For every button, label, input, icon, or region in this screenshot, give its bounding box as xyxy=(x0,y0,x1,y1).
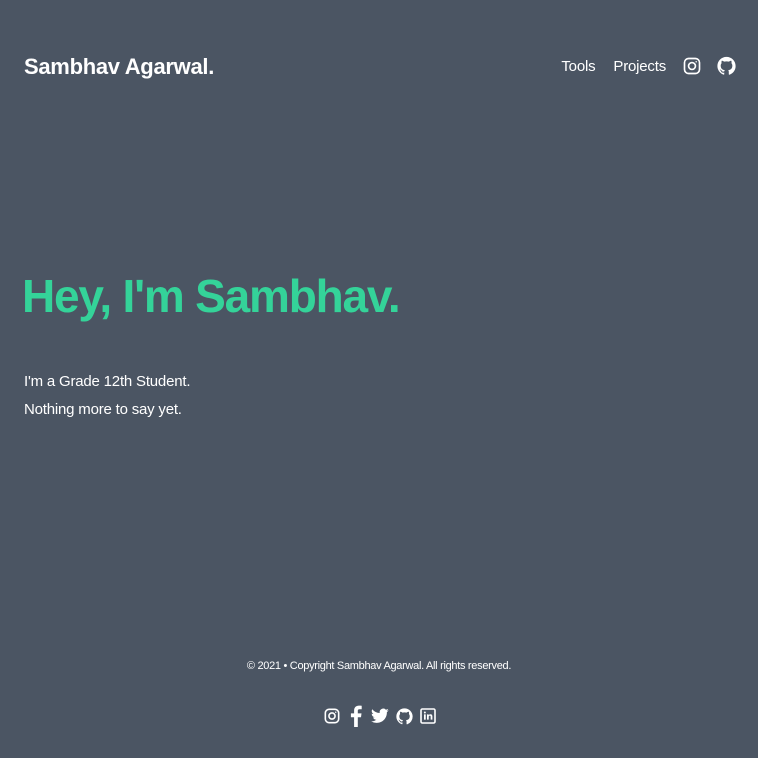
hero-section: Hey, I'm Sambhav. I'm a Grade 12th Stude… xyxy=(22,268,401,424)
nav-link-tools[interactable]: Tools xyxy=(561,58,595,75)
top-nav: Tools Projects xyxy=(561,50,736,82)
github-icon[interactable] xyxy=(716,54,736,78)
page: Sambhav Agarwal. Tools Projects Hey, I'm… xyxy=(0,0,758,758)
copyright-text: © 2021 • Copyright Sambhav Agarwal. All … xyxy=(246,660,512,672)
hero-line: Nothing more to say yet. xyxy=(24,401,182,418)
nav-link-projects[interactable]: Projects xyxy=(613,58,666,75)
hero-description: I'm a Grade 12th Student. Nothing more t… xyxy=(24,368,399,424)
site-brand[interactable]: Sambhav Agarwal. xyxy=(24,54,214,80)
site-footer: © 2021 • Copyright Sambhav Agarwal. All … xyxy=(0,656,758,728)
twitter-icon[interactable] xyxy=(371,704,389,728)
social-links xyxy=(0,704,758,728)
instagram-icon[interactable] xyxy=(323,704,341,728)
facebook-icon[interactable] xyxy=(347,704,365,728)
hero-line: I'm a Grade 12th Student. xyxy=(24,373,191,390)
site-header: Sambhav Agarwal. Tools Projects xyxy=(0,0,758,130)
hero-title: Hey, I'm Sambhav. xyxy=(22,270,401,322)
linkedin-icon[interactable] xyxy=(419,704,437,728)
instagram-icon[interactable] xyxy=(682,54,702,78)
github-icon[interactable] xyxy=(395,704,413,728)
